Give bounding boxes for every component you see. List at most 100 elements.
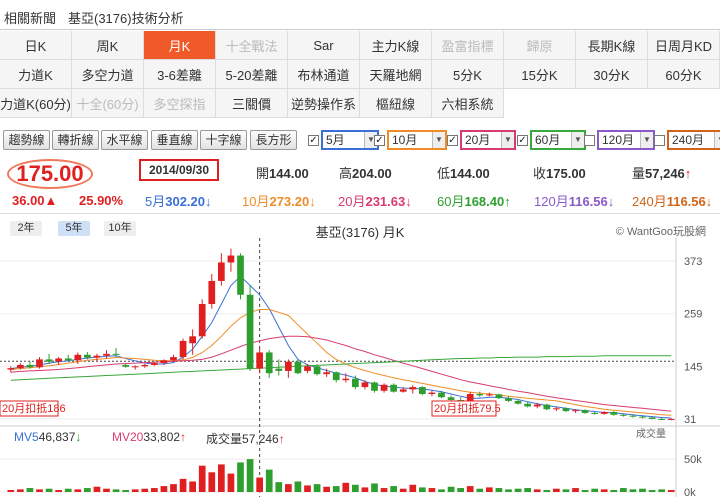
ma-value-number: 168.40 <box>464 194 505 209</box>
volume-bar <box>294 481 302 492</box>
volume-bar <box>380 488 388 492</box>
candle-body <box>562 408 570 412</box>
volume-bar <box>55 490 62 492</box>
ma-checkbox[interactable] <box>584 134 595 146</box>
volume-bar <box>591 488 598 492</box>
ma-checkbox[interactable]: ✓ <box>374 134 385 146</box>
trendline-button[interactable]: 趨勢線 <box>3 130 50 150</box>
menu-item[interactable]: 月K <box>144 31 216 60</box>
turnline-button[interactable]: 轉折線 <box>52 130 99 150</box>
candle-body <box>246 294 254 369</box>
menu-item[interactable]: 歸原 <box>504 31 576 60</box>
menu-item[interactable]: 30分K <box>576 60 648 89</box>
menu-item[interactable]: 三關價 <box>216 89 288 118</box>
menu-item[interactable]: 十全戰法 <box>216 31 288 60</box>
menu-item[interactable]: 周K <box>72 31 144 60</box>
candle-body <box>17 364 24 369</box>
menu-item[interactable]: 5-20差離 <box>216 60 288 89</box>
ma-value: 120月116.56↓ <box>534 191 614 210</box>
candle-body <box>342 378 350 381</box>
candle-body <box>275 368 283 371</box>
menu-item[interactable]: 盈富指標 <box>432 31 504 60</box>
ma-period-select[interactable]: 120月 ▼ <box>597 130 655 150</box>
price-tick-label: 145 <box>684 361 702 373</box>
price-tick-label: 31 <box>684 414 696 426</box>
ma-value-number: 302.20 <box>165 194 205 209</box>
volume-bar <box>112 489 120 492</box>
volume-bar <box>581 490 589 492</box>
menu-item[interactable]: 日K <box>0 31 72 60</box>
chevron-down-icon: ▼ <box>432 132 445 148</box>
menu-item[interactable]: 多空力道 <box>72 60 144 89</box>
candle-body <box>505 398 512 401</box>
candlestick-chart[interactable]: 373 259 145 31 20月扣抵186 20月扣抵79.5 成交量 50k 0k <box>0 214 720 497</box>
candle-body <box>294 361 302 374</box>
volume-bar <box>524 488 531 492</box>
volume-bar <box>562 489 570 492</box>
ma-period-select[interactable]: 60月 ▼ <box>530 130 586 150</box>
volume-bar <box>36 489 43 492</box>
menu-empty-cell <box>648 89 720 118</box>
menu-item[interactable]: 15分K <box>504 60 576 89</box>
volume-bar <box>170 484 177 492</box>
candle-body <box>419 387 426 394</box>
candle-body <box>667 418 675 420</box>
volume-bar <box>84 488 91 492</box>
menu-item[interactable]: 天羅地網 <box>360 60 432 89</box>
menu-item[interactable]: Sar <box>288 31 360 60</box>
ma-period-select[interactable]: 10月 ▼ <box>387 130 447 150</box>
menu-item[interactable]: 3-6差離 <box>144 60 216 89</box>
ma-period-select[interactable]: 5月 ▼ <box>321 130 379 150</box>
volume-label: 成交量57,246↑ <box>206 432 285 446</box>
ma-period-select[interactable]: 20月 ▼ <box>460 130 516 150</box>
volume-bar <box>160 486 168 492</box>
menu-item[interactable]: 力道K <box>0 60 72 89</box>
volume-bar <box>514 488 522 492</box>
menu-item[interactable]: 5分K <box>432 60 504 89</box>
candle-body <box>639 416 646 418</box>
ma-checkbox[interactable]: ✓ <box>308 134 319 146</box>
ma-value-number: 116.56 <box>568 194 608 209</box>
menu-item[interactable]: 60分K <box>648 60 720 89</box>
volume-bar <box>648 490 656 492</box>
menu-item[interactable]: 樞紐線 <box>360 89 432 118</box>
menu-item[interactable]: 多空探指 <box>144 89 216 118</box>
menu-row: 力道K(60分) 十全(60分) 多空探指 三關價 逆勢操作系 樞紐線 六相系統 <box>0 89 720 118</box>
ma-checkbox[interactable]: ✓ <box>517 134 528 146</box>
menu-item[interactable]: 日周月KD <box>648 31 720 60</box>
news-link[interactable]: 相關新聞 <box>4 8 56 27</box>
ma-checkbox[interactable] <box>654 134 665 146</box>
rectangle-button[interactable]: 長方形 <box>250 130 297 150</box>
volume-bar <box>64 488 72 492</box>
horizontal-line-button[interactable]: 水平線 <box>101 130 148 150</box>
menu-item[interactable]: 十全(60分) <box>72 89 144 118</box>
ma-value: 240月116.56↓ <box>632 191 712 210</box>
candle-body <box>543 404 551 410</box>
quote-panel: 175.00 36.00▲ 25.90% 2014/09/30 開144.00 … <box>0 155 720 211</box>
menu-empty-cell <box>576 89 648 118</box>
volume-bar <box>352 484 359 492</box>
menu-item[interactable]: 力道K(60分) <box>0 89 72 118</box>
ma-option: ✓ 20月 ▼ <box>447 130 516 150</box>
volume-bar <box>610 490 618 492</box>
menu-item[interactable]: 布林通道 <box>288 60 360 89</box>
ma-checkbox[interactable]: ✓ <box>447 134 458 146</box>
candle-body <box>189 336 196 344</box>
ma-line <box>10 275 672 419</box>
ma-option: 120月 ▼ <box>584 130 655 150</box>
volume-bar <box>227 473 235 492</box>
menu-item[interactable]: 主力K線 <box>360 31 432 60</box>
candle-body <box>55 358 62 362</box>
vertical-line-button[interactable]: 垂直線 <box>151 130 198 150</box>
candle-body <box>533 404 541 407</box>
volume-bar <box>533 489 541 492</box>
ma-period-select[interactable]: 240月 ▼ <box>667 130 720 150</box>
menu-item[interactable]: 逆勢操作系 <box>288 89 360 118</box>
mv5-label: MV546,837↓ <box>14 430 82 444</box>
volume-tick-label: 0k <box>684 487 696 497</box>
candle-body <box>620 414 627 416</box>
menu-item[interactable]: 六相系統 <box>432 89 504 118</box>
crosshair-button[interactable]: 十字線 <box>200 130 247 150</box>
ma-value: 10月273.20↓ <box>242 191 316 210</box>
menu-item[interactable]: 長期K線 <box>576 31 648 60</box>
